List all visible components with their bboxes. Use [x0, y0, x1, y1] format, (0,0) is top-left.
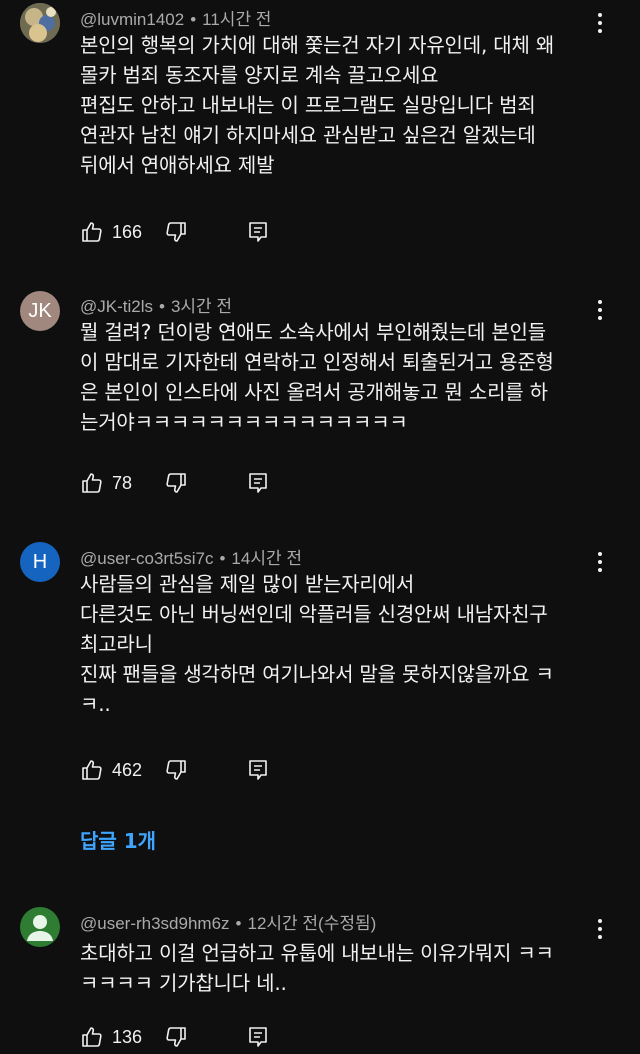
like-button[interactable]: 78 — [80, 471, 132, 495]
like-count: 166 — [112, 221, 143, 242]
like-button[interactable]: 136 — [80, 1025, 142, 1049]
avatar[interactable]: H — [20, 542, 60, 582]
thumbs-down-icon — [166, 1027, 186, 1047]
author-name[interactable]: @user-co3rt5si7c — [80, 549, 213, 568]
comment-time: 12시간 전(수정됨) — [247, 914, 377, 933]
avatar[interactable] — [20, 3, 60, 43]
reply-button[interactable] — [246, 758, 270, 782]
comment-text: 뭘 걸려? 던이랑 연애도 소속사에서 부인해줬는데 본인들 이 맘대로 기자한… — [80, 320, 554, 434]
comment-actions: 78 — [80, 470, 270, 496]
comment-meta: @JK-ti2ls • 3시간 전 — [80, 297, 233, 316]
like-button[interactable]: 462 — [80, 758, 142, 782]
like-button[interactable]: 166 — [80, 220, 142, 244]
avatar-initials: H — [32, 550, 48, 573]
author-name[interactable]: @luvmin1402 — [80, 10, 184, 29]
avatar-initials: JK — [28, 299, 52, 322]
comment-meta: @user-co3rt5si7c • 14시간 전 — [80, 549, 302, 568]
like-count: 136 — [112, 1026, 143, 1047]
comment-time: 11시간 전 — [202, 10, 272, 29]
thumbs-down-icon — [166, 473, 186, 493]
reply-button[interactable] — [246, 471, 270, 495]
like-count: 462 — [112, 759, 143, 780]
reply-icon — [249, 1027, 267, 1047]
comment-actions: 136 — [80, 1024, 270, 1050]
dislike-button[interactable] — [164, 471, 188, 495]
comment-text: 초대하고 이걸 언급하고 유툽에 내보내는 이유가뭐지 ㅋㅋ ㅋㅋㅋㅋ 기가찹니… — [80, 941, 554, 995]
dislike-button[interactable] — [164, 1025, 188, 1049]
author-name[interactable]: @JK-ti2ls — [80, 297, 153, 316]
reply-button[interactable] — [246, 220, 270, 244]
comment-text: 본인의 행복의 가치에 대해 쫓는건 자기 자유인데, 대체 왜 몰카 범죄 동… — [80, 33, 555, 177]
thumbs-up-icon — [82, 1027, 102, 1047]
like-count: 78 — [112, 472, 133, 493]
thumbs-down-icon — [166, 760, 186, 780]
avatar[interactable] — [20, 907, 60, 947]
dislike-button[interactable] — [164, 220, 188, 244]
thumbs-down-icon — [166, 222, 186, 242]
reply-icon — [249, 760, 267, 780]
comment-text: 사람들의 관심을 제일 많이 받는자리에서 다른것도 아닌 버닝썬인데 악플러들… — [80, 572, 554, 716]
comment-actions: 462 — [80, 757, 270, 783]
avatar-photo-icon — [20, 3, 60, 43]
thumbs-up-icon — [82, 473, 102, 493]
view-replies-button[interactable]: 답글 1개 — [80, 825, 156, 854]
comment-time: 14시간 전 — [231, 549, 302, 568]
avatar[interactable]: JK — [20, 291, 60, 331]
thumbs-up-icon — [82, 760, 102, 780]
dislike-button[interactable] — [164, 758, 188, 782]
comment-meta: @user-rh3sd9hm6z • 12시간 전(수정됨) — [80, 914, 377, 933]
comment-meta: @luvmin1402 • 11시간 전 — [80, 10, 272, 29]
comment-time: 3시간 전 — [170, 297, 233, 316]
reply-button[interactable] — [246, 1025, 270, 1049]
default-user-icon — [27, 915, 53, 941]
thumbs-up-icon — [82, 222, 102, 242]
reply-icon — [249, 222, 267, 242]
author-name[interactable]: @user-rh3sd9hm6z — [80, 914, 230, 933]
reply-icon — [249, 473, 267, 493]
comment-actions: 166 — [80, 219, 270, 245]
